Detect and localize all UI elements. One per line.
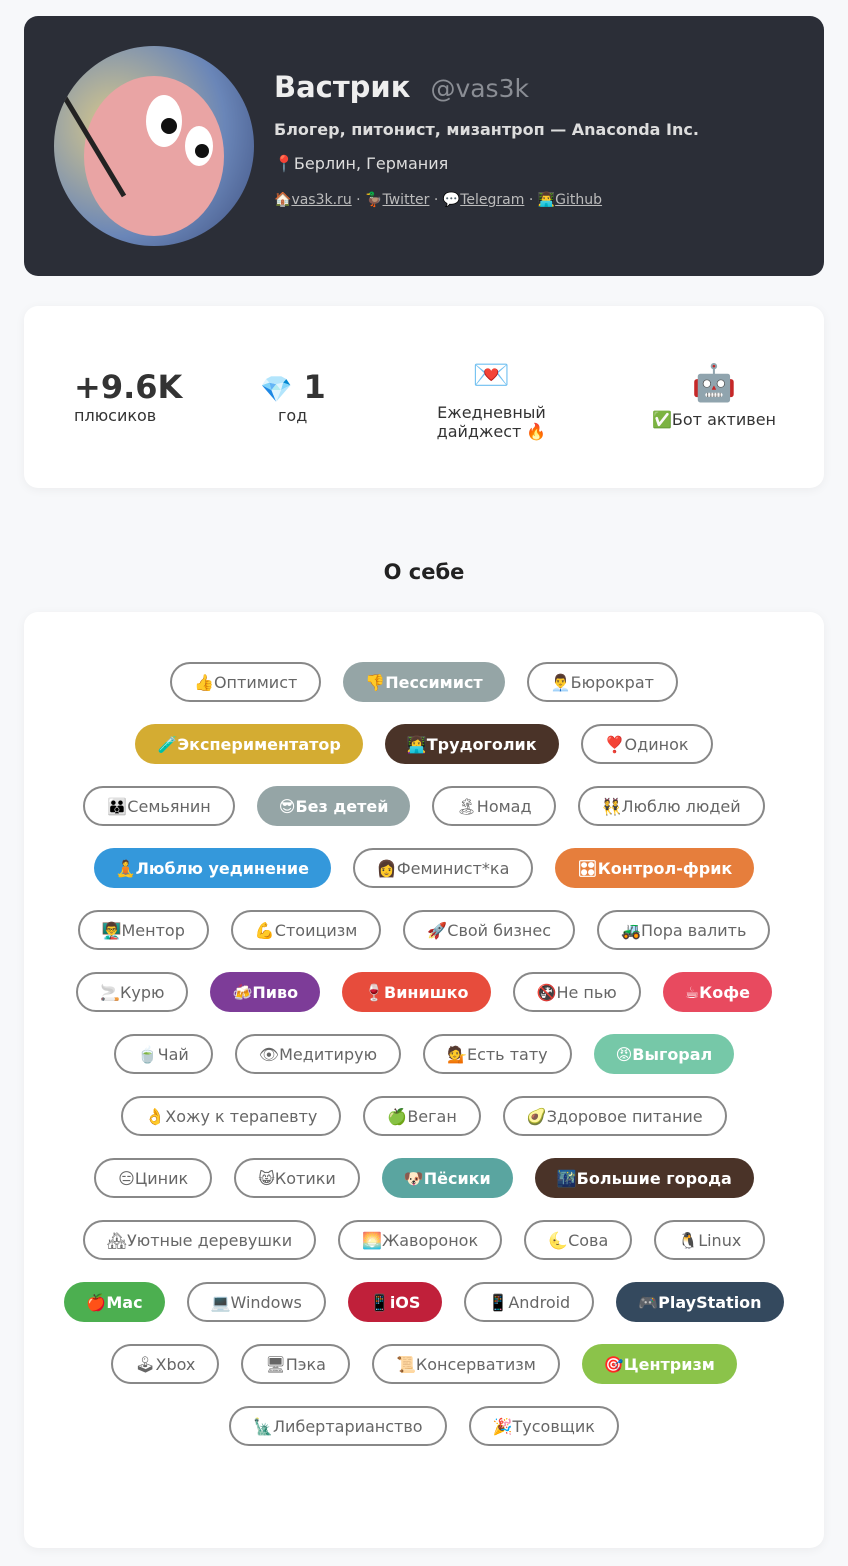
tag[interactable]: 📜Консерватизм	[371, 1344, 560, 1384]
duck-icon: 🦆	[365, 192, 383, 208]
link-telegram[interactable]: Telegram	[460, 192, 524, 208]
tags-card: 👍Оптимист 👎Пессимист 👨‍💼Бюрократ 🧪Экспериме…	[24, 612, 824, 1548]
tag[interactable]: 😡Выгорал	[593, 1034, 735, 1074]
tag[interactable]: 👍Оптимист	[170, 662, 322, 702]
tag[interactable]: 🥑Здоровое питание	[502, 1096, 727, 1136]
avatar	[54, 46, 254, 246]
profile-header: Вастрик @vas3k Блогер, питонист, мизантро…	[24, 16, 824, 276]
tag[interactable]: 🌜Сова	[524, 1220, 633, 1260]
tag[interactable]: 👎Пессимист	[343, 662, 505, 702]
separator: ·	[356, 192, 361, 208]
technologist-icon: 👨‍💻	[537, 192, 556, 208]
tag[interactable]: 🍷Винишко	[342, 972, 491, 1012]
tag[interactable]: 😑Циник	[94, 1158, 213, 1198]
tag[interactable]: 🐶Пёсики	[381, 1158, 513, 1198]
about-title: О себе	[383, 560, 465, 584]
profile-links: 🏠vas3k.ru · 🦆Twitter · 💬Telegram · 👨‍💻Gi…	[274, 192, 602, 208]
tag[interactable]: 🏘Уютные деревушки	[82, 1220, 317, 1260]
link-website[interactable]: vas3k.ru	[291, 192, 351, 208]
link-github[interactable]: Github	[555, 192, 602, 208]
tags-row: 👌Хожу к терапевту 🍏Веган 🥑Здоровое питание	[24, 1096, 824, 1158]
tag[interactable]: 💁Есть тату	[423, 1034, 572, 1074]
tag[interactable]: 🚱Не пью	[512, 972, 641, 1012]
bot-label: ✅Бот активен	[651, 410, 776, 429]
years-label: год	[278, 406, 308, 425]
tag[interactable]: 👁Медитирую	[234, 1034, 402, 1074]
tag[interactable]: 🧘Люблю уединение	[93, 848, 331, 888]
tag[interactable]: 🍎Mac	[64, 1282, 165, 1322]
upvotes-label: плюсиков	[74, 406, 157, 425]
home-icon: 🏠	[274, 192, 292, 208]
tag[interactable]: 👨‍💼Бюрократ	[526, 662, 678, 702]
stat-years: 💎 1 год	[260, 368, 326, 425]
tags-row: 🚬Курю 🍻Пиво 🍷Винишко 🚱Не пью ☕Кофе	[24, 972, 824, 1034]
tag[interactable]: 😸Котики	[234, 1158, 360, 1198]
tags-row: 👨‍🏫Ментор 💪Стоицизм 🚀Свой бизнес 🚜Пора вали…	[24, 910, 824, 972]
years-value: 1	[303, 368, 326, 406]
tag[interactable]: 👯Люблю людей	[577, 786, 765, 826]
digest-label: Ежедневный дайджест 🔥	[436, 403, 547, 441]
tag[interactable]: 🍏Веган	[363, 1096, 481, 1136]
tags-row: 🍎Mac 💻Windows 📱iOS 📱Android 🎮PlayStation	[24, 1282, 824, 1344]
separator: ·	[433, 192, 439, 208]
love-letter-icon: 💌	[472, 358, 511, 393]
tags-row: 🍵Чай 👁Медитирую 💁Есть тату 😡Выгорал	[24, 1034, 824, 1096]
tags-row: 🏘Уютные деревушки 🌅Жаворонок 🌜Сова 🐧Linux	[24, 1220, 824, 1282]
tag[interactable]: 🎯Центризм	[581, 1344, 737, 1384]
tag[interactable]: 👪Семьянин	[83, 786, 235, 826]
tag[interactable]: 👩Феминист*ка	[352, 848, 534, 888]
profile-location: 📍Берлин, Германия	[274, 154, 449, 173]
gem-icon: 💎	[260, 375, 293, 405]
tags-row: 👍Оптимист 👎Пессимист 👨‍💼Бюрократ	[24, 662, 824, 724]
tag[interactable]: 🍵Чай	[113, 1034, 213, 1074]
tag[interactable]: 📱iOS	[347, 1282, 443, 1322]
tag[interactable]: ☕Кофе	[662, 972, 772, 1012]
stat-digest[interactable]: 💌 Ежедневный дайджест 🔥	[424, 358, 559, 441]
profile-bio: Блогер, питонист, мизантроп — Anaconda I…	[274, 120, 699, 139]
tag[interactable]: 💻Windows	[186, 1282, 326, 1322]
tag[interactable]: 🚬Курю	[76, 972, 189, 1012]
tag[interactable]: 🚀Свой бизнес	[403, 910, 576, 950]
tag[interactable]: 🖥Пэка	[241, 1344, 350, 1384]
tag[interactable]: 🕹Xbox	[111, 1344, 220, 1384]
tag[interactable]: 🎛Контрол-фрик	[555, 848, 755, 888]
stat-upvotes: +9.6K плюсиков	[74, 368, 182, 425]
tag[interactable]: 🏝Номад	[432, 786, 556, 826]
tag[interactable]: 👨‍🏫Ментор	[77, 910, 209, 950]
stat-bot[interactable]: 🤖 ✅Бот активен	[644, 362, 784, 429]
tag[interactable]: 🐧Linux	[654, 1220, 766, 1260]
tags-row: 🧘Люблю уединение 👩Феминист*ка 🎛Контрол-фри…	[24, 848, 824, 910]
robot-icon: 🤖	[691, 363, 737, 404]
tag[interactable]: 🧪Экспериментатор	[135, 724, 363, 764]
tag[interactable]: 🌃Большие города	[534, 1158, 754, 1198]
separator: ·	[528, 192, 534, 208]
tag[interactable]: 🎉Тусовщик	[468, 1406, 619, 1446]
profile-handle: @vas3k	[430, 74, 529, 103]
tags-row: 🕹Xbox 🖥Пэка 📜Консерватизм 🎯Центризм	[24, 1344, 824, 1406]
link-twitter[interactable]: Twitter	[383, 192, 430, 208]
tags-row: 👪Семьянин 😎Без детей 🏝Номад 👯Люблю людей	[24, 786, 824, 848]
tag[interactable]: 👩‍💻Трудоголик	[384, 724, 559, 764]
tags-row: 🧪Экспериментатор 👩‍💻Трудоголик ❣️Одинок	[24, 724, 824, 786]
tag[interactable]: 🎮PlayStation	[616, 1282, 784, 1322]
upvotes-value: +9.6K	[74, 368, 183, 406]
tag[interactable]: ❣️Одинок	[580, 724, 713, 764]
speech-bubble-icon: 💬	[442, 192, 461, 208]
tag[interactable]: 👌Хожу к терапевту	[121, 1096, 342, 1136]
tag[interactable]: 💪Стоицизм	[230, 910, 382, 950]
tag[interactable]: 🍻Пиво	[210, 972, 321, 1012]
tag[interactable]: 🗽Либертарианство	[229, 1406, 447, 1446]
tag[interactable]: 📱Android	[464, 1282, 595, 1322]
profile-name: Вастрик @vas3k	[274, 70, 529, 104]
tags-row: 😑Циник 😸Котики 🐶Пёсики 🌃Большие города	[24, 1158, 824, 1220]
tag[interactable]: 😎Без детей	[256, 786, 411, 826]
tag[interactable]: 🌅Жаворонок	[338, 1220, 503, 1260]
stats-card: +9.6K плюсиков 💎 1 год 💌 Ежедневный дайд…	[24, 306, 824, 488]
tags-row: 🗽Либертарианство 🎉Тусовщик	[24, 1406, 824, 1468]
tag[interactable]: 🚜Пора валить	[597, 910, 771, 950]
